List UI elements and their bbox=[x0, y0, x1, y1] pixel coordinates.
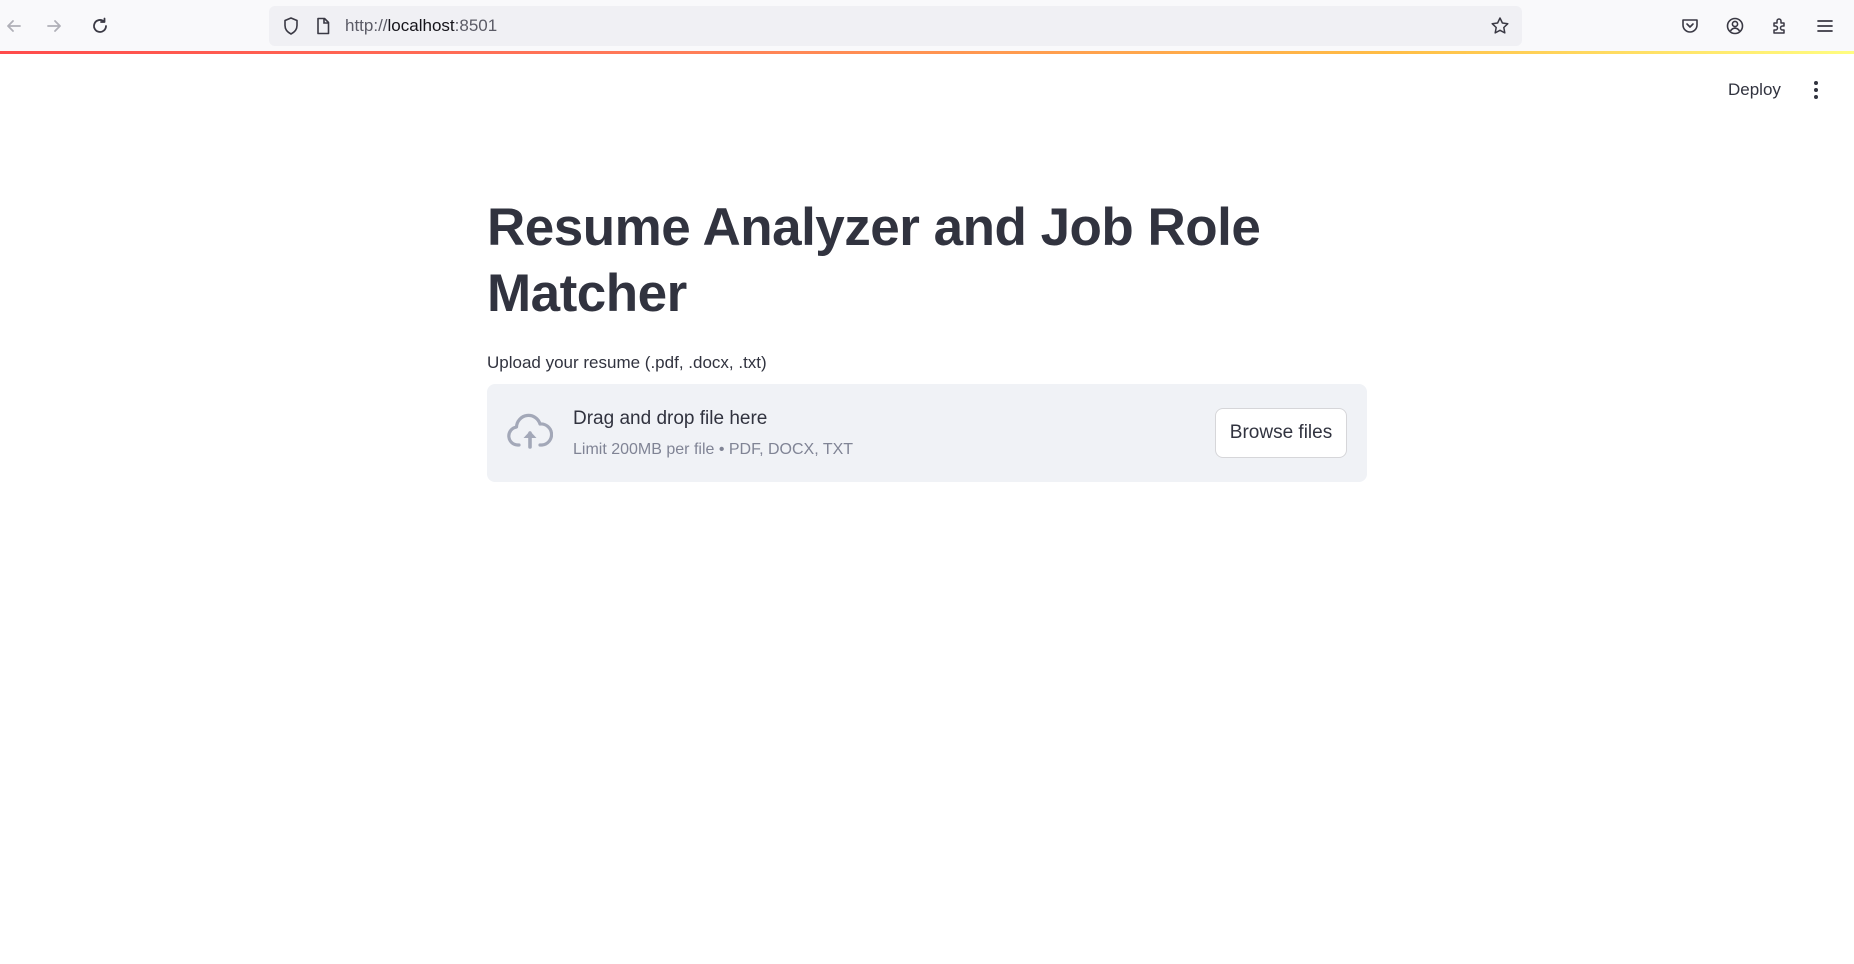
url-port: :8501 bbox=[454, 16, 498, 35]
file-dropzone[interactable]: Drag and drop file here Limit 200MB per … bbox=[487, 384, 1367, 482]
dropzone-instructions: Drag and drop file here bbox=[573, 408, 768, 429]
star-icon[interactable] bbox=[1490, 16, 1510, 36]
main-content: Resume Analyzer and Job Role Matcher Upl… bbox=[487, 195, 1367, 482]
back-icon bbox=[7, 20, 21, 32]
address-bar[interactable]: http://localhost:8501 bbox=[269, 6, 1522, 46]
kebab-menu-icon[interactable] bbox=[1804, 76, 1828, 104]
url-text[interactable]: http://localhost:8501 bbox=[345, 16, 497, 36]
forward-button[interactable] bbox=[40, 12, 68, 40]
forward-icon bbox=[47, 20, 61, 32]
extensions-icon[interactable] bbox=[1768, 14, 1792, 38]
url-host: localhost bbox=[387, 16, 455, 35]
cloud-upload-icon bbox=[507, 413, 553, 449]
dropzone-limit-text: Limit 200MB per file • PDF, DOCX, TXT bbox=[573, 441, 854, 458]
app-decoration-bar bbox=[0, 51, 1854, 54]
deploy-button[interactable]: Deploy bbox=[1720, 76, 1789, 104]
page-title: Resume Analyzer and Job Role Matcher bbox=[487, 198, 1261, 323]
reload-icon bbox=[93, 17, 107, 33]
pocket-icon[interactable] bbox=[1678, 14, 1702, 38]
browse-files-button[interactable]: Browse files bbox=[1215, 408, 1347, 458]
browser-toolbar: http://localhost:8501 bbox=[0, 0, 1854, 52]
page-icon[interactable] bbox=[313, 16, 333, 36]
menu-icon[interactable] bbox=[1813, 14, 1837, 38]
shield-icon[interactable] bbox=[281, 16, 301, 36]
account-icon[interactable] bbox=[1723, 14, 1747, 38]
reload-button[interactable] bbox=[86, 12, 114, 40]
back-button[interactable] bbox=[0, 12, 28, 40]
url-scheme: http:// bbox=[345, 16, 388, 35]
uploader-label: Upload your resume (.pdf, .docx, .txt) bbox=[487, 353, 767, 372]
